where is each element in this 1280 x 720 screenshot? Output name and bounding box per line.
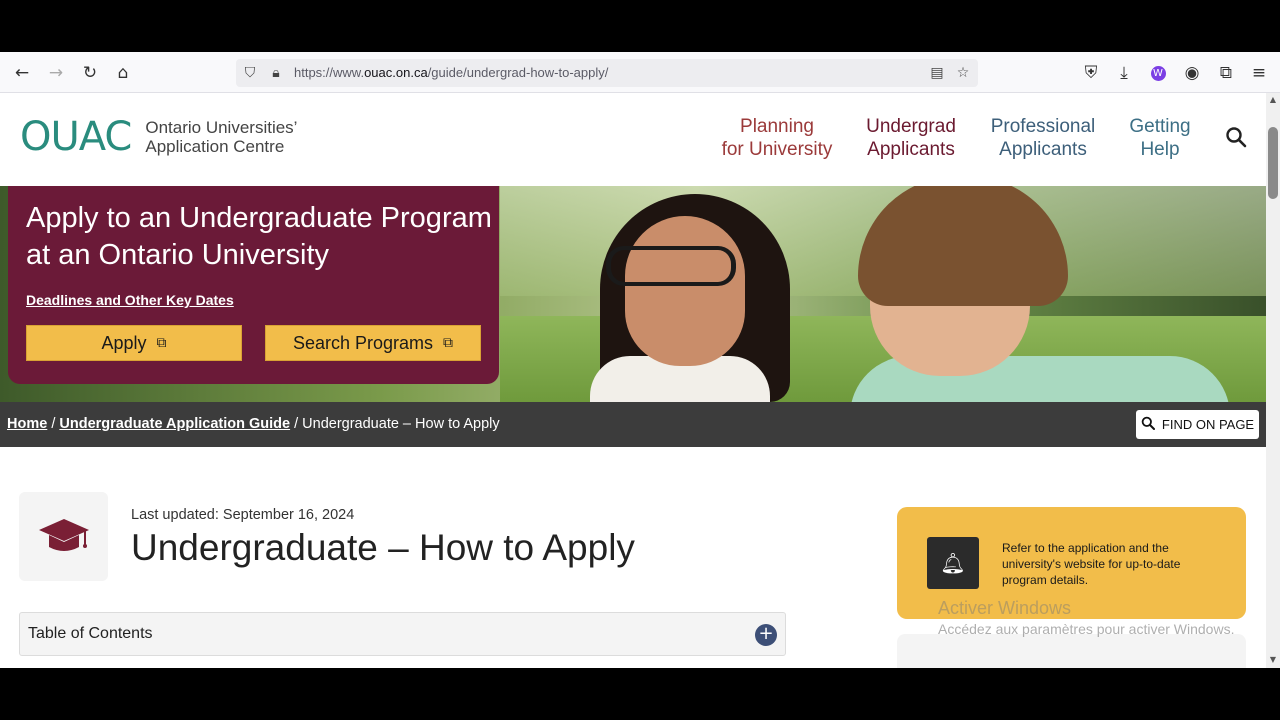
table-of-contents-accordion[interactable]: Table of Contents + xyxy=(19,612,786,656)
bottom-letterbox xyxy=(0,668,1280,720)
hero-photo-student-2-hair xyxy=(858,186,1068,306)
url-path: /guide/undergrad-how-to-apply/ xyxy=(427,65,609,80)
bell-icon: 🔔︎ xyxy=(927,537,979,589)
pocket-icon[interactable]: ⛨ xyxy=(1078,60,1104,86)
nav-professional-applicants[interactable]: Professional Applicants xyxy=(982,115,1104,161)
nav-help-line-2: Help xyxy=(1140,139,1180,160)
nav-planning-line-1: Planning xyxy=(740,116,814,137)
nav-planning-for-university[interactable]: Planning for University xyxy=(716,115,838,161)
plus-circle-icon[interactable]: + xyxy=(755,624,777,646)
hero-photo-student-1-face xyxy=(625,216,745,366)
url-bar[interactable]: ⛉ 🔒︎ https://www.ouac.on.ca/guide/underg… xyxy=(236,59,978,87)
apply-button[interactable]: Apply ⧉ xyxy=(26,325,242,361)
logo-text: Ontario Universities’ Application Centre xyxy=(145,118,297,156)
notice-text: Refer to the application and the univers… xyxy=(1002,541,1181,587)
search-icon xyxy=(1141,416,1155,434)
windows-watermark-title: Activer Windows xyxy=(938,598,1072,618)
download-icon[interactable]: ⤓ xyxy=(1111,60,1137,86)
search-icon[interactable] xyxy=(1222,123,1250,151)
logo-line-2: Application Centre xyxy=(145,137,285,156)
breadcrumb: Home / Undergraduate Application Guide /… xyxy=(7,416,500,432)
nav-planning-line-2: for University xyxy=(721,139,833,160)
search-programs-label: Search Programs xyxy=(292,332,434,353)
breadcrumb-bar: Home / Undergraduate Application Guide /… xyxy=(0,402,1266,447)
breadcrumb-separator: / xyxy=(294,416,299,432)
back-arrow-icon[interactable]: ← xyxy=(9,60,35,86)
web-page: OUAC Ontario Universities’ Application C… xyxy=(0,93,1266,668)
find-on-page-label: FIND ON PAGE xyxy=(1161,417,1255,432)
shield-icon[interactable]: ⛉ xyxy=(240,63,260,83)
scroll-down-arrow-icon[interactable]: ▼ xyxy=(1267,655,1279,664)
nav-getting-help[interactable]: Getting Help xyxy=(1120,115,1200,161)
logo-mark: OUAC xyxy=(20,114,132,160)
logo-mark-text: OUAC xyxy=(20,114,132,160)
extension-w-icon[interactable]: W xyxy=(1145,60,1171,86)
account-icon[interactable]: ◉ xyxy=(1179,60,1205,86)
home-icon[interactable]: ⌂ xyxy=(110,60,136,86)
url-domain: ouac.on.ca xyxy=(364,65,428,80)
nav-help-line-1: Getting xyxy=(1129,116,1191,137)
breadcrumb-guide[interactable]: Undergraduate Application Guide xyxy=(59,416,290,432)
nav-undergrad-line-2: Applicants xyxy=(867,139,955,160)
site-header: OUAC Ontario Universities’ Application C… xyxy=(0,93,1266,186)
url-prefix: https://www. xyxy=(294,65,365,80)
external-link-icon: ⧉ xyxy=(443,335,454,351)
secondary-panel xyxy=(897,634,1246,668)
breadcrumb-separator: / xyxy=(51,416,56,432)
find-on-page-button[interactable]: FIND ON PAGE xyxy=(1136,410,1259,439)
nav-undergrad-applicants[interactable]: Undergrad Applicants xyxy=(860,115,962,161)
apply-button-label: Apply xyxy=(101,332,147,353)
graduation-cap-icon xyxy=(19,492,108,581)
breadcrumb-home[interactable]: Home xyxy=(7,416,47,432)
breadcrumb-current: Undergraduate – How to Apply xyxy=(302,416,500,432)
toc-label: Table of Contents xyxy=(28,625,153,642)
nav-professional-line-1: Professional xyxy=(990,116,1096,137)
last-updated-text: Last updated: September 16, 2024 xyxy=(131,507,355,523)
windows-watermark-subtitle: Accédez aux paramètres pour activer Wind… xyxy=(938,621,1235,637)
bookmark-star-icon[interactable]: ☆ xyxy=(953,63,973,83)
extensions-puzzle-icon[interactable]: ⧉ xyxy=(1213,60,1239,86)
hero-photo-glasses xyxy=(606,246,736,286)
page-title: Undergraduate – How to Apply xyxy=(131,527,635,568)
lock-icon[interactable]: 🔒︎ xyxy=(266,63,286,83)
url-text[interactable]: https://www.ouac.on.ca/guide/undergrad-h… xyxy=(294,65,608,80)
deadlines-link[interactable]: Deadlines and Other Key Dates xyxy=(26,292,234,308)
ouac-logo[interactable]: OUAC Ontario Universities’ Application C… xyxy=(20,114,297,160)
scroll-up-arrow-icon[interactable]: ▲ xyxy=(1267,95,1279,104)
nav-undergrad-line-1: Undergrad xyxy=(866,116,956,137)
forward-arrow-icon[interactable]: → xyxy=(43,60,69,86)
browser-toolbar: ← → ↻ ⌂ ⛉ 🔒︎ https://www.ouac.on.ca/guid… xyxy=(0,52,1280,93)
reader-view-icon[interactable]: ▤ xyxy=(927,63,947,83)
hero-banner: Apply to an Undergraduate Program at an … xyxy=(0,186,1266,402)
search-programs-button[interactable]: Search Programs ⧉ xyxy=(265,325,481,361)
top-letterbox xyxy=(0,0,1280,52)
scrollbar-thumb[interactable] xyxy=(1268,127,1278,199)
hero-title: Apply to an Undergraduate Program at an … xyxy=(26,202,492,271)
logo-line-1: Ontario Universities’ xyxy=(145,118,298,137)
reload-icon[interactable]: ↻ xyxy=(77,60,103,86)
hero-panel: Apply to an Undergraduate Program at an … xyxy=(8,186,499,384)
menu-icon[interactable]: ≡ xyxy=(1246,60,1272,86)
page-scrollbar[interactable]: ▲ ▼ xyxy=(1266,93,1280,668)
nav-professional-line-2: Applicants xyxy=(999,139,1087,160)
external-link-icon: ⧉ xyxy=(156,335,167,351)
